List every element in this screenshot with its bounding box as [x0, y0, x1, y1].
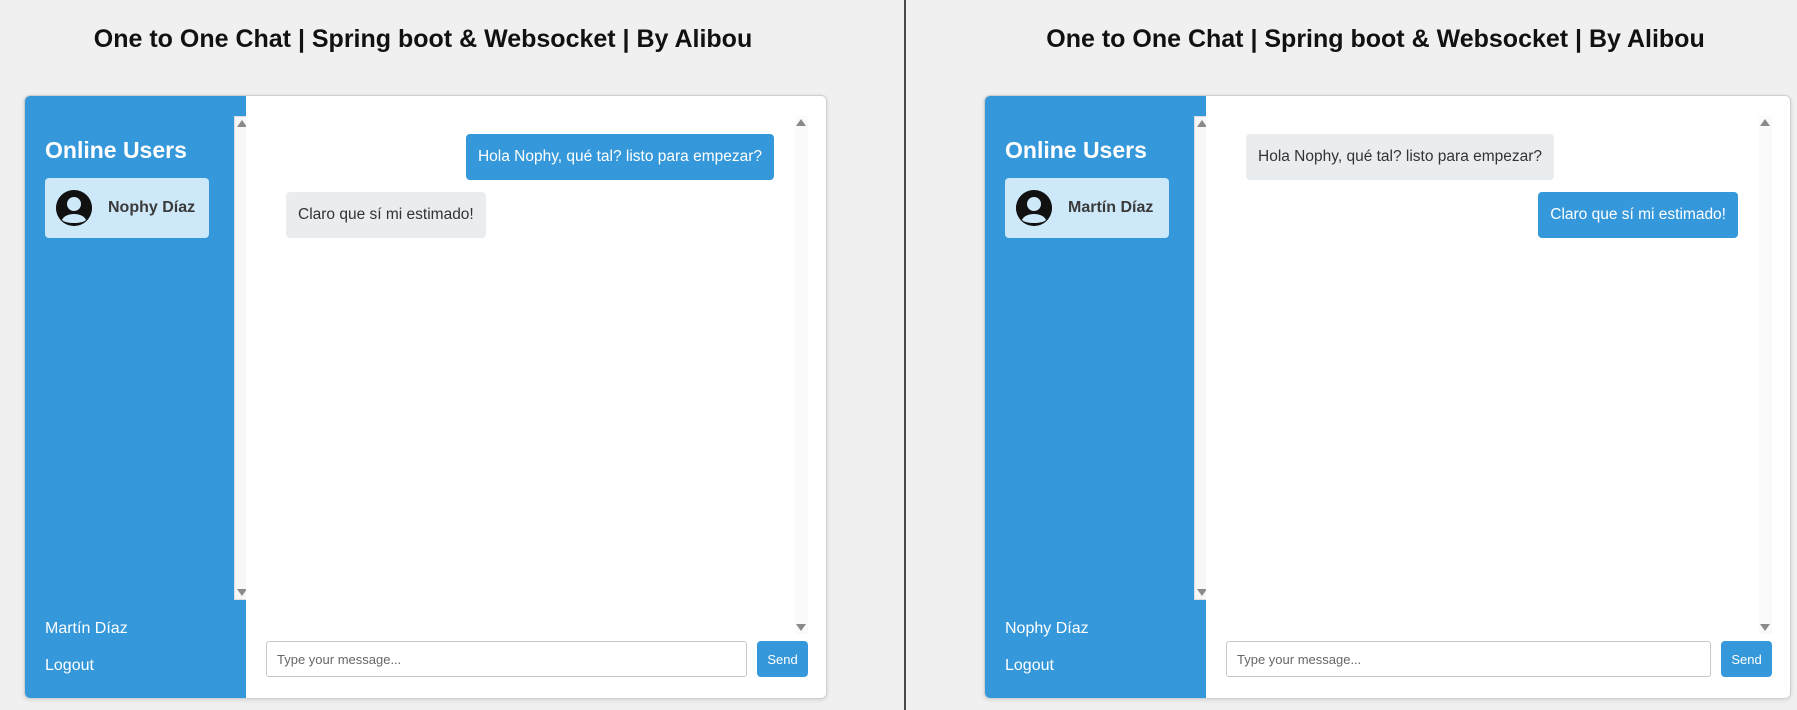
- send-button[interactable]: Send: [1721, 641, 1772, 677]
- scroll-down-arrow-icon[interactable]: [796, 624, 806, 631]
- logout-link[interactable]: Logout: [45, 657, 94, 675]
- user-item-name: Martín Díaz: [1068, 199, 1154, 216]
- chat-messages: Hola Nophy, qué tal? listo para empezar?…: [246, 96, 826, 636]
- chat-scrollbar[interactable]: [1759, 116, 1772, 634]
- chat-messages: Hola Nophy, qué tal? listo para empezar?…: [1206, 96, 1790, 636]
- users-list: Online Users Nophy Díaz: [45, 96, 249, 602]
- chat-container: Online Users Nophy Díaz Martín Díaz Logo…: [24, 95, 827, 699]
- chat-scrollbar[interactable]: [795, 116, 808, 634]
- message-bubble-sent: Claro que sí mi estimado!: [1538, 192, 1738, 239]
- user-avatar-icon: [1016, 190, 1052, 226]
- send-button[interactable]: Send: [757, 641, 808, 677]
- page-title: One to One Chat | Spring boot & Websocke…: [1046, 25, 1705, 53]
- connected-user-name: Nophy Díaz: [1005, 620, 1089, 637]
- message-bubble-sent: Hola Nophy, qué tal? listo para empezar?: [465, 134, 774, 181]
- users-list: Online Users Martín Díaz: [1005, 96, 1209, 602]
- chat-area: Hola Nophy, qué tal? listo para empezar?…: [1206, 96, 1790, 698]
- users-sidebar: Online Users Nophy Díaz Martín Díaz Logo…: [25, 96, 249, 698]
- connected-user-name: Martín Díaz: [45, 620, 128, 637]
- logout-link[interactable]: Logout: [1005, 657, 1054, 675]
- page-title: One to One Chat | Spring boot & Websocke…: [93, 25, 753, 53]
- message-bubble-received: Hola Nophy, qué tal? listo para empezar?: [1246, 134, 1555, 181]
- message-bubble-received: Claro que sí mi estimado!: [286, 192, 486, 239]
- scroll-up-arrow-icon[interactable]: [1760, 119, 1770, 126]
- user-item[interactable]: Martín Díaz: [1005, 178, 1169, 238]
- message-form: Send: [1226, 641, 1772, 677]
- scroll-down-arrow-icon[interactable]: [1760, 624, 1770, 631]
- online-users-title: Online Users: [45, 137, 187, 163]
- message-form: Send: [266, 641, 808, 677]
- users-sidebar: Online Users Martín Díaz Nophy Díaz Logo…: [985, 96, 1209, 698]
- left-browser-window: One to One Chat | Spring boot & Websocke…: [0, 0, 904, 710]
- message-input[interactable]: [1226, 641, 1711, 677]
- right-browser-window: One to One Chat | Spring boot & Websocke…: [906, 0, 1797, 710]
- message-input[interactable]: [266, 641, 747, 677]
- chat-container: Online Users Martín Díaz Nophy Díaz Logo…: [984, 95, 1791, 699]
- online-users-title: Online Users: [1005, 137, 1147, 163]
- scroll-up-arrow-icon[interactable]: [796, 119, 806, 126]
- user-item[interactable]: Nophy Díaz: [45, 178, 209, 238]
- user-item-name: Nophy Díaz: [108, 199, 196, 216]
- user-avatar-icon: [56, 190, 92, 226]
- chat-area: Hola Nophy, qué tal? listo para empezar?…: [246, 96, 826, 698]
